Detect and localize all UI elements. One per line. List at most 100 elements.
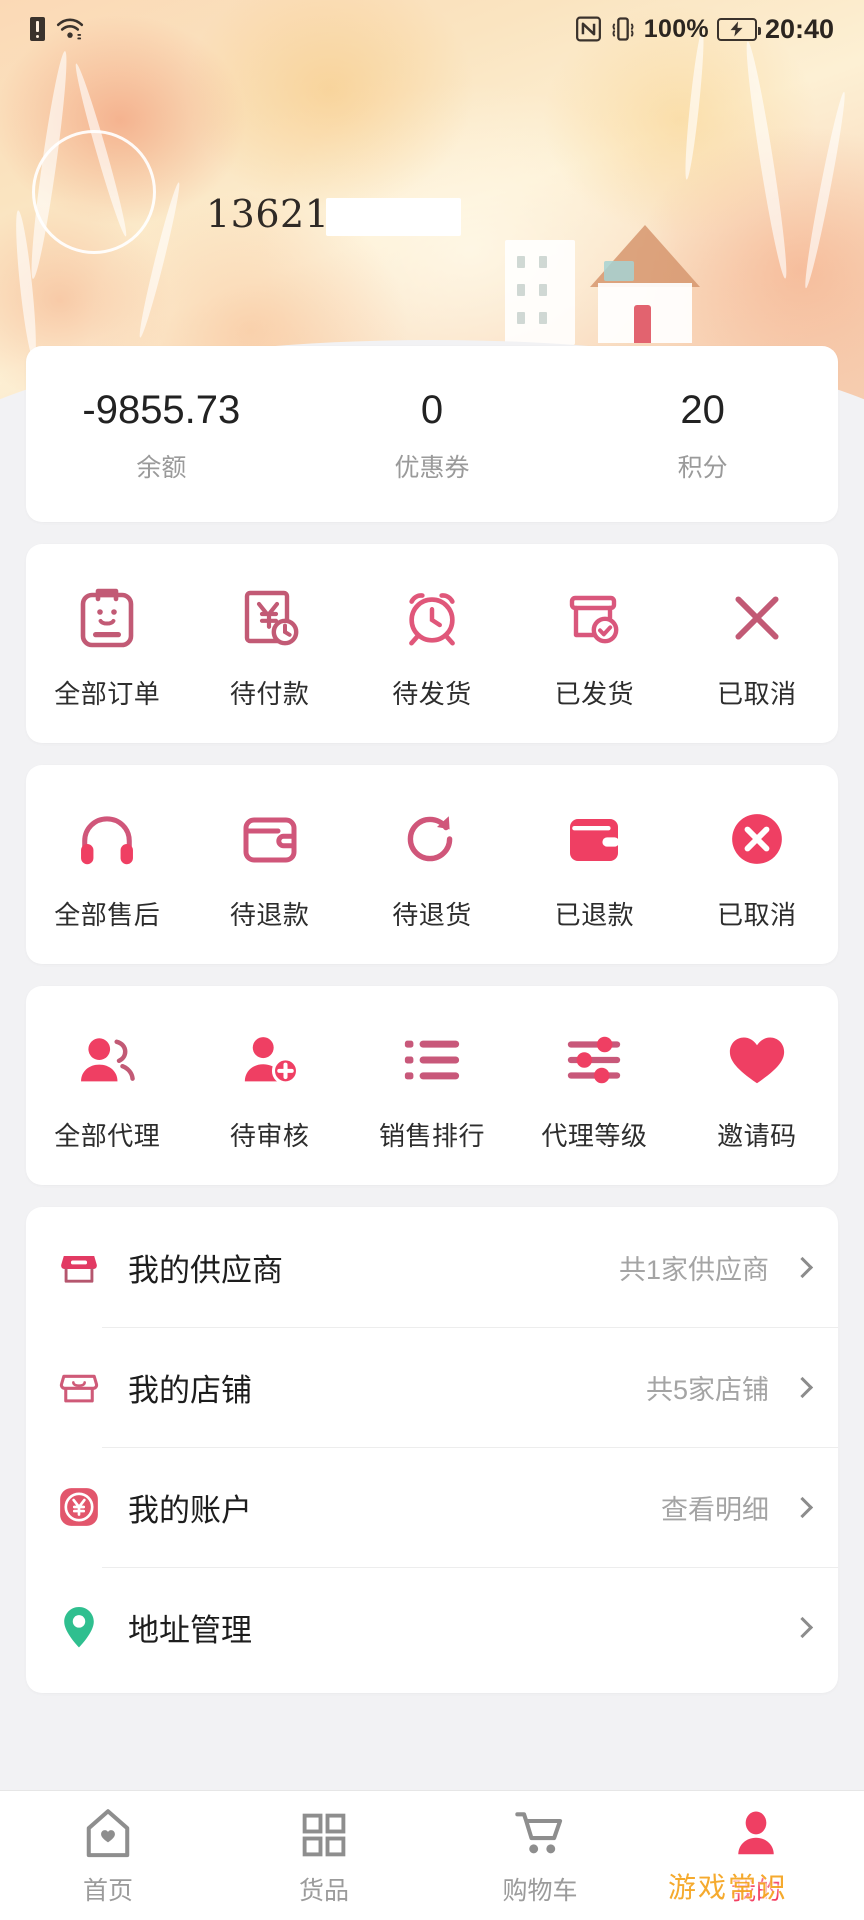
agent-label: 销售排行 — [379, 1121, 486, 1151]
aftersales-label: 已取消 — [717, 900, 797, 930]
order-shipped[interactable]: 已发货 — [513, 582, 675, 711]
order-label: 全部订单 — [54, 679, 161, 709]
menu-row-supplier[interactable]: 我的供应商 共1家供应商 — [26, 1207, 838, 1327]
aftersales-card: 全部售后 待退款 待退货 已退款 已取消 — [26, 765, 838, 964]
house-illustration — [590, 225, 700, 343]
order-label: 待付款 — [229, 679, 310, 709]
menu-meta: 共1家供应商 — [618, 1254, 769, 1285]
wallet-outline-icon — [240, 803, 300, 875]
aftersales-to-refund[interactable]: 待退款 — [188, 803, 350, 932]
shopping-cart-icon — [514, 1805, 566, 1859]
aftersales-label: 待退款 — [229, 900, 310, 930]
users-group-icon — [76, 1024, 138, 1096]
battery-percent: 100% — [643, 14, 709, 43]
wallet-filled-icon — [564, 803, 624, 875]
profile-header: 100% 20:40 13621 — [0, 0, 864, 404]
list-ranking-icon — [401, 1024, 463, 1096]
wifi-icon — [56, 18, 84, 40]
agents-card: 全部代理 待审核 销售排行 代理等级 邀请码 — [26, 986, 838, 1185]
stat-label: 积分 — [677, 454, 728, 482]
aftersales-label: 全部售后 — [54, 900, 161, 930]
order-label: 已取消 — [717, 679, 797, 709]
nfc-icon — [575, 16, 601, 42]
order-cancelled[interactable]: 已取消 — [676, 582, 838, 711]
menu-title: 地址管理 — [128, 1612, 252, 1648]
tree-stroke — [741, 40, 792, 280]
aftersales-refunded[interactable]: 已退款 — [513, 803, 675, 932]
stat-label: 余额 — [136, 454, 187, 482]
tab-label: 购物车 — [502, 1876, 578, 1905]
order-to-ship[interactable]: 待发货 — [351, 582, 513, 711]
battery-charging-icon — [716, 17, 761, 41]
agent-all[interactable]: 全部代理 — [26, 1024, 188, 1153]
box-check-icon — [564, 582, 624, 654]
menu-row-address[interactable]: 地址管理 — [26, 1567, 838, 1687]
user-add-icon — [239, 1024, 301, 1096]
stat-coupons[interactable]: 0 优惠券 — [297, 388, 568, 484]
refresh-arrow-icon — [402, 803, 462, 875]
agent-invite-code[interactable]: 邀请码 — [676, 1024, 838, 1153]
menu-card: 我的供应商 共1家供应商 我的店铺 共5家店铺 我的账户 查看明细 地址管理 — [26, 1207, 838, 1693]
menu-meta: 查看明细 — [661, 1494, 769, 1525]
tab-profile[interactable]: 我的 — [648, 1805, 864, 1907]
stat-value: -9855.73 — [82, 388, 241, 432]
aftersales-to-return[interactable]: 待退货 — [351, 803, 513, 932]
aftersales-all[interactable]: 全部售后 — [26, 803, 188, 932]
agent-label: 代理等级 — [541, 1121, 648, 1151]
house-illustration — [505, 240, 575, 345]
agent-label: 待审核 — [229, 1121, 310, 1151]
menu-row-shops[interactable]: 我的店铺 共5家店铺 — [26, 1327, 838, 1447]
agent-pending-review[interactable]: 待审核 — [188, 1024, 350, 1153]
home-heart-icon — [83, 1805, 133, 1859]
agent-label: 全部代理 — [54, 1121, 161, 1151]
stats-card: -9855.73 余额 0 优惠券 20 积分 — [26, 346, 838, 522]
sim-card-icon — [30, 17, 45, 41]
agent-sales-ranking[interactable]: 销售排行 — [351, 1024, 513, 1153]
order-to-pay[interactable]: 待付款 — [188, 582, 350, 711]
stat-value: 20 — [680, 388, 725, 432]
close-x-icon — [728, 582, 786, 654]
user-icon — [732, 1805, 780, 1859]
order-all-orders[interactable]: 全部订单 — [26, 582, 188, 711]
orders-card: 全部订单 待付款 待发货 已发货 已取消 — [26, 544, 838, 743]
store-outline-icon — [52, 1366, 106, 1408]
store-filled-icon — [52, 1246, 106, 1288]
tab-goods[interactable]: 货品 — [216, 1805, 432, 1907]
menu-title: 我的账户 — [128, 1492, 252, 1528]
tab-home[interactable]: 首页 — [0, 1805, 216, 1907]
aftersales-label: 已退款 — [554, 900, 635, 930]
avatar[interactable] — [32, 130, 156, 254]
alarm-clock-icon — [401, 582, 463, 654]
grid-icon — [300, 1805, 348, 1859]
chevron-right-icon — [791, 1616, 814, 1638]
tab-label: 货品 — [298, 1876, 349, 1905]
headphones-icon — [76, 803, 138, 875]
aftersales-cancelled[interactable]: 已取消 — [676, 803, 838, 932]
tab-label: 我的 — [730, 1876, 781, 1905]
clipboard-smiley-icon — [77, 582, 137, 654]
chevron-right-icon — [791, 1376, 814, 1398]
username: 13621 — [206, 192, 330, 236]
menu-meta: 共5家店铺 — [645, 1374, 769, 1405]
status-bar: 100% 20:40 — [0, 0, 864, 58]
invoice-yuan-clock-icon — [240, 582, 300, 654]
chevron-right-icon — [791, 1496, 814, 1518]
menu-title: 我的店铺 — [128, 1372, 252, 1408]
agent-level[interactable]: 代理等级 — [513, 1024, 675, 1153]
chevron-right-icon — [791, 1256, 814, 1278]
menu-title: 我的供应商 — [128, 1252, 283, 1288]
sliders-icon — [563, 1024, 625, 1096]
tree-stroke — [801, 90, 849, 290]
tab-label: 首页 — [82, 1876, 133, 1905]
stat-value: 0 — [420, 388, 444, 432]
stat-points[interactable]: 20 积分 — [567, 388, 838, 484]
order-label: 待发货 — [392, 679, 472, 709]
stat-balance[interactable]: -9855.73 余额 — [26, 388, 297, 484]
redaction-block — [326, 198, 461, 236]
clock-time: 20:40 — [764, 13, 834, 44]
stat-label: 优惠券 — [394, 454, 470, 482]
tab-cart[interactable]: 购物车 — [432, 1805, 648, 1907]
order-label: 已发货 — [554, 679, 635, 709]
yuan-badge-icon — [52, 1485, 106, 1529]
menu-row-account[interactable]: 我的账户 查看明细 — [26, 1447, 838, 1567]
